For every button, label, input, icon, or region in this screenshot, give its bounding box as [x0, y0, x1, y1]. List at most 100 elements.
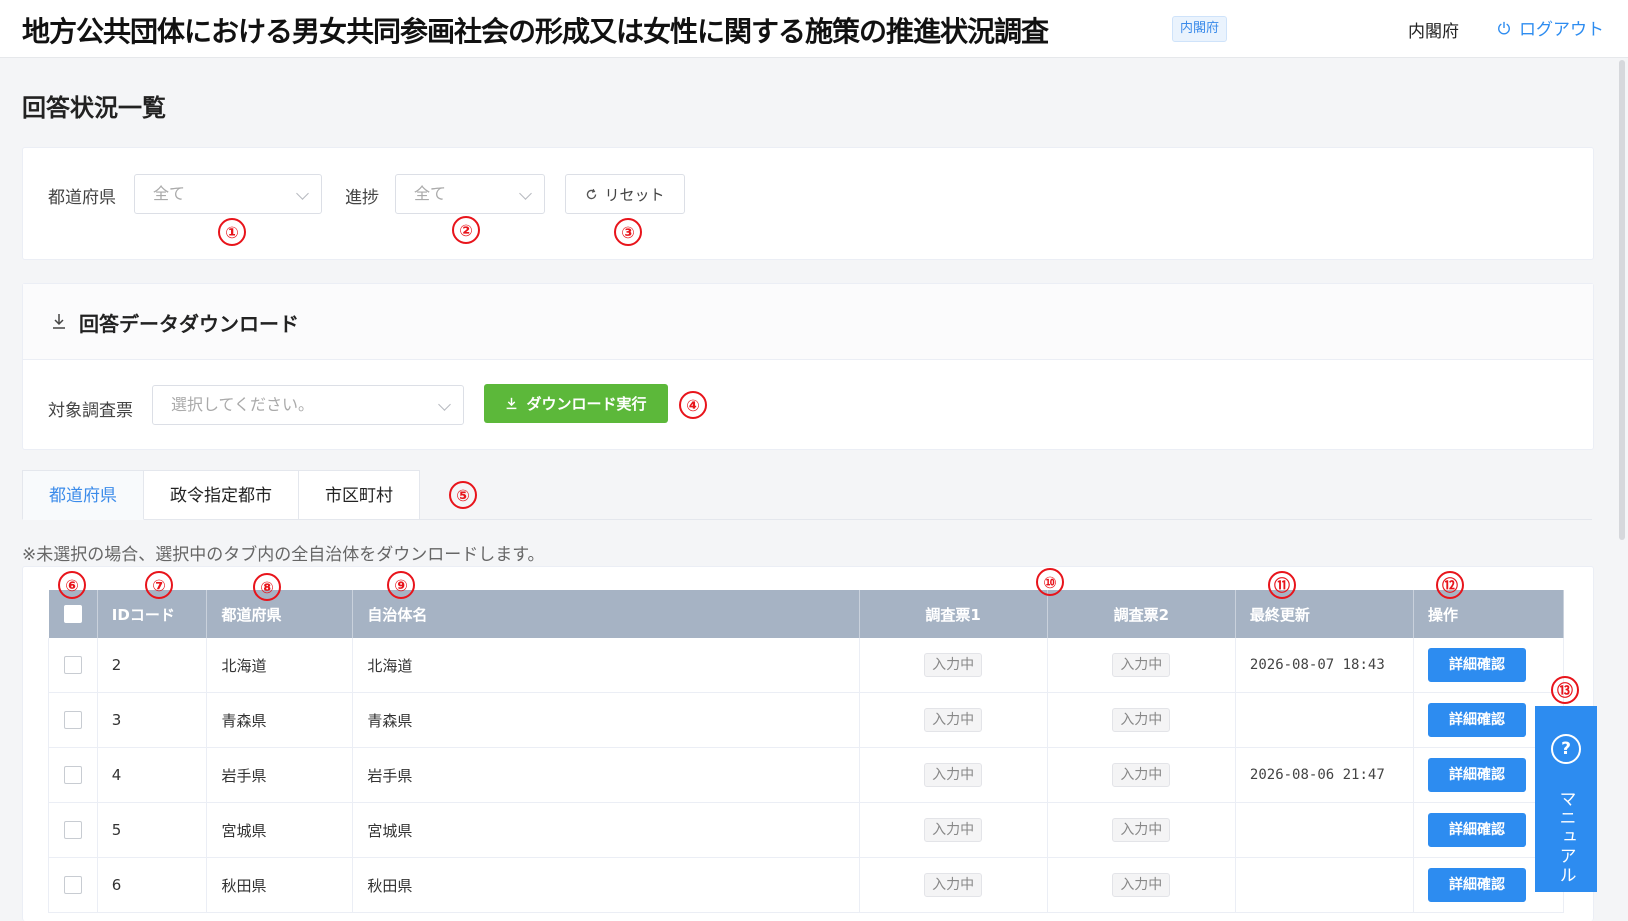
status-badge: 入力中	[924, 708, 983, 732]
tab-prefecture[interactable]: 都道府県	[22, 470, 144, 520]
page-scrollbar[interactable]	[1619, 60, 1625, 540]
cell-survey1: 入力中	[859, 747, 1048, 803]
prefecture-filter-select[interactable]: 全て	[134, 174, 322, 214]
survey-target-placeholder: 選択してください。	[171, 395, 315, 414]
status-badge: 入力中	[1112, 763, 1171, 787]
download-panel-header: 回答データダウンロード	[23, 284, 1593, 360]
cell-id: 2	[97, 638, 208, 693]
reset-button[interactable]: リセット	[565, 174, 685, 214]
col-prefecture-header[interactable]: 都道府県	[206, 590, 354, 638]
cell-survey2: 入力中	[1047, 857, 1236, 913]
row-checkbox-cell	[48, 692, 98, 748]
municipality-tabs: 都道府県 政令指定都市 市区町村	[22, 470, 420, 520]
table-row[interactable]: 4 岩手県 岩手県 入力中 入力中 2026-08-06 21:47 詳細確認	[48, 747, 1564, 803]
col-action-header: 操作	[1413, 590, 1564, 638]
status-badge: 入力中	[1112, 653, 1171, 677]
tab-municipality[interactable]: 市区町村	[299, 470, 420, 520]
table-row[interactable]: 5 宮城県 宮城県 入力中 入力中 詳細確認	[48, 802, 1564, 858]
cell-updated	[1235, 802, 1415, 858]
annotation-marker-3: ③	[614, 218, 642, 246]
cell-updated: 2026-08-06 21:47	[1235, 747, 1415, 803]
detail-button[interactable]: 詳細確認	[1428, 648, 1527, 682]
annotation-marker-7: ⑦	[145, 571, 173, 599]
cell-updated: 2026-08-07 18:43	[1235, 638, 1415, 693]
cell-survey2: 入力中	[1047, 692, 1236, 748]
cell-survey2: 入力中	[1047, 638, 1236, 693]
prefecture-filter-label: 都道府県	[48, 188, 116, 208]
cell-id: 3	[97, 692, 208, 748]
download-note: ※未選択の場合、選択中のタブ内の全自治体をダウンロードします。	[22, 545, 545, 565]
col-survey1-header[interactable]: 調査票1	[859, 590, 1048, 638]
logout-button[interactable]: ログアウト	[1497, 15, 1604, 40]
cell-prefecture: 青森県	[206, 692, 354, 748]
cell-id: 5	[97, 802, 208, 858]
col-survey2-header[interactable]: 調査票2	[1047, 590, 1236, 638]
manual-button[interactable]: ? マニュアル	[1535, 706, 1597, 892]
cell-survey1: 入力中	[859, 802, 1048, 858]
progress-filter-select[interactable]: 全て	[395, 174, 545, 214]
cell-survey1: 入力中	[859, 638, 1048, 693]
status-badge: 入力中	[924, 653, 983, 677]
row-checkbox-cell	[48, 638, 98, 693]
annotation-marker-1: ①	[218, 218, 246, 246]
detail-button[interactable]: 詳細確認	[1428, 813, 1527, 847]
chevron-down-icon	[438, 398, 451, 411]
cell-updated	[1235, 692, 1415, 748]
row-checkbox[interactable]	[63, 821, 82, 840]
row-checkbox[interactable]	[63, 876, 82, 895]
status-badge: 入力中	[924, 763, 983, 787]
cell-prefecture: 秋田県	[206, 857, 354, 913]
response-status-table: IDコード 都道府県 自治体名 調査票1 調査票2 最終更新 操作 2 北海道 …	[48, 590, 1564, 913]
cell-prefecture: 北海道	[206, 638, 354, 693]
cell-municipality: 岩手県	[352, 747, 860, 803]
status-badge: 入力中	[1112, 708, 1171, 732]
annotation-marker-8: ⑧	[253, 573, 281, 601]
col-municipality-header[interactable]: 自治体名	[352, 590, 860, 638]
cell-survey2: 入力中	[1047, 747, 1236, 803]
app-title: 地方公共団体における男女共同参画社会の形成又は女性に関する施策の推進状況調査	[22, 15, 1049, 48]
table-row[interactable]: 3 青森県 青森県 入力中 入力中 詳細確認	[48, 692, 1564, 748]
status-badge: 入力中	[1112, 873, 1171, 897]
table-row[interactable]: 6 秋田県 秋田県 入力中 入力中 詳細確認	[48, 857, 1564, 913]
annotation-marker-11: ⑪	[1268, 571, 1296, 599]
status-badge: 入力中	[1112, 818, 1171, 842]
power-icon	[1498, 21, 1510, 34]
header-org-name: 内閣府	[1408, 22, 1459, 42]
org-badge: 内閣府	[1172, 16, 1228, 42]
row-checkbox-cell	[48, 802, 98, 858]
detail-button[interactable]: 詳細確認	[1428, 758, 1527, 792]
question-icon: ?	[1551, 734, 1581, 764]
app-header: 地方公共団体における男女共同参画社会の形成又は女性に関する施策の推進状況調査 内…	[0, 0, 1628, 58]
cell-municipality: 北海道	[352, 638, 860, 693]
tab-designated-city[interactable]: 政令指定都市	[144, 470, 299, 520]
refresh-icon	[587, 188, 597, 199]
col-updated-header[interactable]: 最終更新	[1235, 590, 1415, 638]
prefecture-filter-value: 全て	[153, 184, 186, 203]
row-checkbox[interactable]	[63, 711, 82, 730]
status-badge: 入力中	[924, 873, 983, 897]
annotation-marker-6: ⑥	[58, 571, 86, 599]
row-checkbox[interactable]	[63, 766, 82, 785]
cell-survey1: 入力中	[859, 857, 1048, 913]
row-checkbox[interactable]	[63, 656, 82, 675]
cell-id: 4	[97, 747, 208, 803]
survey-target-select[interactable]: 選択してください。	[152, 385, 464, 425]
cell-id: 6	[97, 857, 208, 913]
chevron-down-icon	[519, 187, 532, 200]
detail-button[interactable]: 詳細確認	[1428, 703, 1527, 737]
annotation-marker-12: ⑫	[1436, 571, 1464, 599]
table-row[interactable]: 2 北海道 北海道 入力中 入力中 2026-08-07 18:43 詳細確認	[48, 638, 1564, 693]
download-execute-button[interactable]: ダウンロード実行	[484, 384, 668, 423]
cell-prefecture: 岩手県	[206, 747, 354, 803]
cell-updated	[1235, 857, 1415, 913]
cell-action: 詳細確認	[1413, 638, 1564, 693]
logout-label: ログアウト	[1519, 20, 1604, 40]
download-execute-label: ダウンロード実行	[526, 395, 647, 413]
annotation-marker-13: ⑬	[1551, 676, 1579, 704]
select-all-checkbox[interactable]	[63, 605, 82, 624]
cell-survey2: 入力中	[1047, 802, 1236, 858]
page-title: 回答状況一覧	[22, 94, 166, 122]
detail-button[interactable]: 詳細確認	[1428, 868, 1527, 902]
row-checkbox-cell	[48, 747, 98, 803]
row-checkbox-cell	[48, 857, 98, 913]
